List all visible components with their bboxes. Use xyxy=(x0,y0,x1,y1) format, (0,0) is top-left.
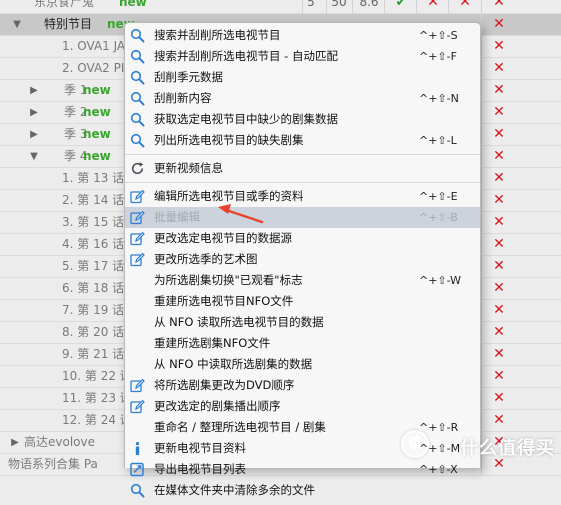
search-icon xyxy=(130,483,145,498)
watermark-logo: 值 xyxy=(401,430,429,458)
annotation-arrow xyxy=(218,204,264,224)
menu-item[interactable]: 在媒体文件夹中清除多余的文件 xyxy=(125,480,480,501)
watermark-text: 什么值得买 xyxy=(460,438,555,459)
menu-item-label: 在媒体文件夹中清除多余的文件 xyxy=(154,483,315,497)
